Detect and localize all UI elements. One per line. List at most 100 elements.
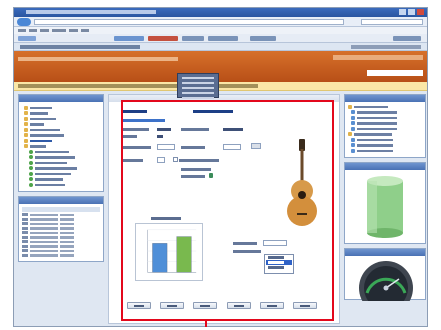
menu-item[interactable] [18,29,26,32]
toolbar-button[interactable] [182,36,204,41]
maximize-button[interactable] [408,9,415,15]
action-button[interactable] [160,302,185,309]
folder-icon [24,122,28,127]
toolbar-button[interactable] [114,36,144,41]
option-label [233,242,257,245]
field-label [181,168,211,171]
breadcrumb [14,82,427,91]
form-field-row [121,127,321,132]
field-value [157,135,163,138]
favorites-button[interactable] [18,36,36,41]
dropdown-menu[interactable] [177,73,219,99]
option-listbox[interactable] [264,254,294,274]
data-table-panel [18,195,104,262]
window-title [26,10,156,14]
report-list-widget [344,94,426,158]
report-icon [29,160,33,165]
toolbar-button[interactable] [250,36,276,41]
speedometer-icon [359,260,413,301]
tab-active[interactable] [20,45,140,49]
back-forward-icon[interactable] [17,18,31,26]
report-icon [29,149,33,154]
checkbox[interactable] [173,157,178,162]
folder-icon [24,144,28,149]
form-title [121,110,147,113]
menu-item[interactable] [81,29,89,32]
minimize-button[interactable] [399,9,406,15]
browser-titlebar [14,8,427,17]
field-label [181,128,209,131]
action-buttons [127,302,317,310]
folder-icon [24,133,28,138]
widget-header [345,162,425,170]
chart-bar [152,243,168,273]
menu-item[interactable] [52,29,66,32]
menu-item[interactable] [40,29,49,32]
menu-item[interactable] [29,29,37,32]
app-nav-menu[interactable] [18,57,178,61]
list-item[interactable] [345,148,425,154]
bar-chart [135,223,203,281]
qty-input[interactable] [223,144,241,150]
url-input[interactable] [34,19,344,25]
toolbar-button[interactable] [148,36,178,41]
toolbar-button[interactable] [393,36,421,41]
close-button[interactable] [417,9,424,15]
chart-bar [176,236,192,273]
folder-icon [24,127,28,132]
browser-window [13,7,428,327]
option-select[interactable] [263,240,287,246]
report-icon [29,182,33,187]
document-icon [351,126,355,131]
folder-icon [24,138,28,143]
app-search-input[interactable] [367,70,423,76]
report-icon [29,177,33,182]
form-link-row [121,118,321,123]
address-bar [14,17,427,27]
document-icon [351,137,355,142]
toolbar-button[interactable] [208,36,238,41]
menu-item[interactable] [69,29,78,32]
action-button[interactable] [193,302,218,309]
quantity-input[interactable] [157,157,165,163]
listbox-option[interactable] [266,265,292,270]
action-button[interactable] [259,302,284,309]
field-label [121,135,137,138]
right-sidebar [344,94,426,324]
window-controls [399,9,424,15]
browser-search-input[interactable] [361,19,423,25]
chart-title [151,217,181,220]
folder-icon [348,104,352,109]
main-content [108,94,340,324]
action-button[interactable] [226,302,251,309]
field-label [121,159,143,162]
price-input[interactable] [157,144,175,150]
content-toolbar [109,95,339,102]
option-row [233,240,293,246]
action-button[interactable] [127,302,151,309]
left-sidebar [18,94,104,324]
panel-header [19,95,103,102]
document-icon [351,115,355,120]
header-links[interactable] [333,55,423,60]
field-label [181,175,205,178]
report-icon [29,171,33,176]
folder-icon [24,111,28,116]
navigation-tree-panel [18,94,104,192]
field-label [179,159,219,162]
page-tools[interactable] [351,45,421,49]
report-icon [29,166,33,171]
add-button[interactable] [251,143,261,149]
field-value [157,128,171,131]
action-button[interactable] [292,302,317,309]
document-icon [351,143,355,148]
form-title-row [121,109,321,114]
document-icon [351,148,355,153]
folder-icon [24,116,28,121]
info-link[interactable] [121,119,165,122]
lock-icon [209,173,213,178]
tree-item[interactable] [24,182,100,188]
field-label [181,146,205,149]
page-title [18,84,258,88]
table-row[interactable] [22,253,100,258]
